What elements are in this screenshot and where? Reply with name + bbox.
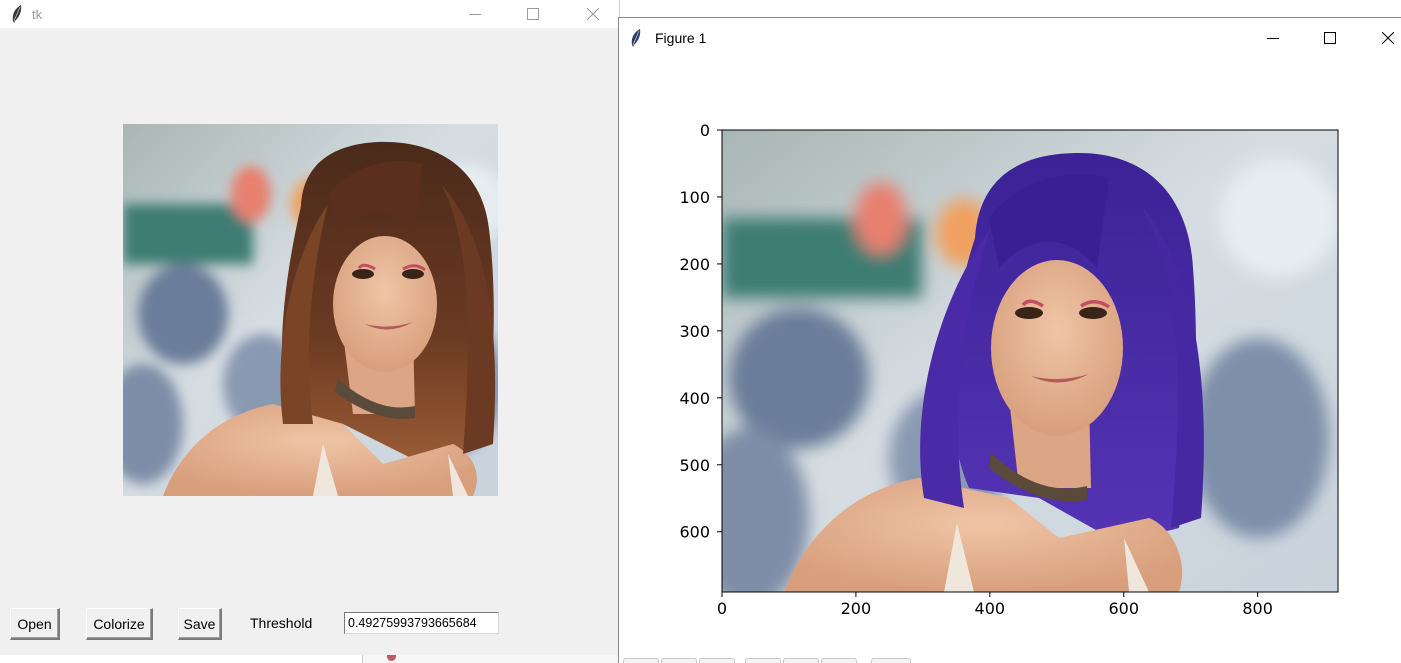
window-title: tk [32,7,43,22]
x-tick-label: 400 [975,599,1006,618]
figure-window: Figure 1 0 200 400 600 800 0 100 200 300… [618,17,1401,663]
x-tick-label: 800 [1242,599,1273,618]
minimize-button[interactable] [452,0,498,28]
toolbar-button[interactable] [871,658,911,663]
y-tick-label: 400 [679,389,710,408]
y-tick-label: 200 [679,255,710,274]
recolored-image [722,130,1338,592]
close-button[interactable] [570,0,616,28]
figure-plot: 0 200 400 600 800 0 100 200 300 400 500 600 [679,121,1339,618]
background-window-edge [362,655,620,663]
y-tick-label: 300 [679,322,710,341]
x-tick-label: 200 [841,599,872,618]
tk-window: tk Open Colorize Save Threshold 0.492759… [0,0,620,655]
maximize-button[interactable] [510,0,556,28]
feather-icon [12,5,22,23]
y-tick-label: 500 [679,456,710,475]
close-icon [587,8,599,20]
x-tick-label: 0 [717,599,727,618]
source-image [123,124,498,496]
toolbar-button[interactable] [699,658,735,663]
toolbar-button[interactable] [661,658,697,663]
figure-toolbar [619,658,1401,663]
colorize-button[interactable]: Colorize [86,608,153,640]
maximize-icon [527,8,539,20]
open-button[interactable]: Open [10,608,60,640]
minimize-icon [469,14,481,15]
portrait-photo [123,124,498,496]
threshold-label: Threshold [250,615,313,631]
app-icon-fragment [387,655,396,661]
y-axis: 0 100 200 300 400 500 600 [679,121,722,542]
tk-titlebar[interactable]: tk [0,0,619,28]
y-tick-label: 600 [679,523,710,542]
x-axis: 0 200 400 600 800 [717,592,1273,618]
y-tick-label: 100 [679,188,710,207]
save-button[interactable]: Save [178,608,222,640]
toolbar-button[interactable] [623,658,659,663]
toolbar-button[interactable] [745,658,781,663]
x-tick-label: 600 [1108,599,1139,618]
toolbar-button[interactable] [821,658,857,663]
toolbar-button[interactable] [783,658,819,663]
threshold-input[interactable] [344,612,499,634]
y-tick-label: 0 [700,121,710,140]
